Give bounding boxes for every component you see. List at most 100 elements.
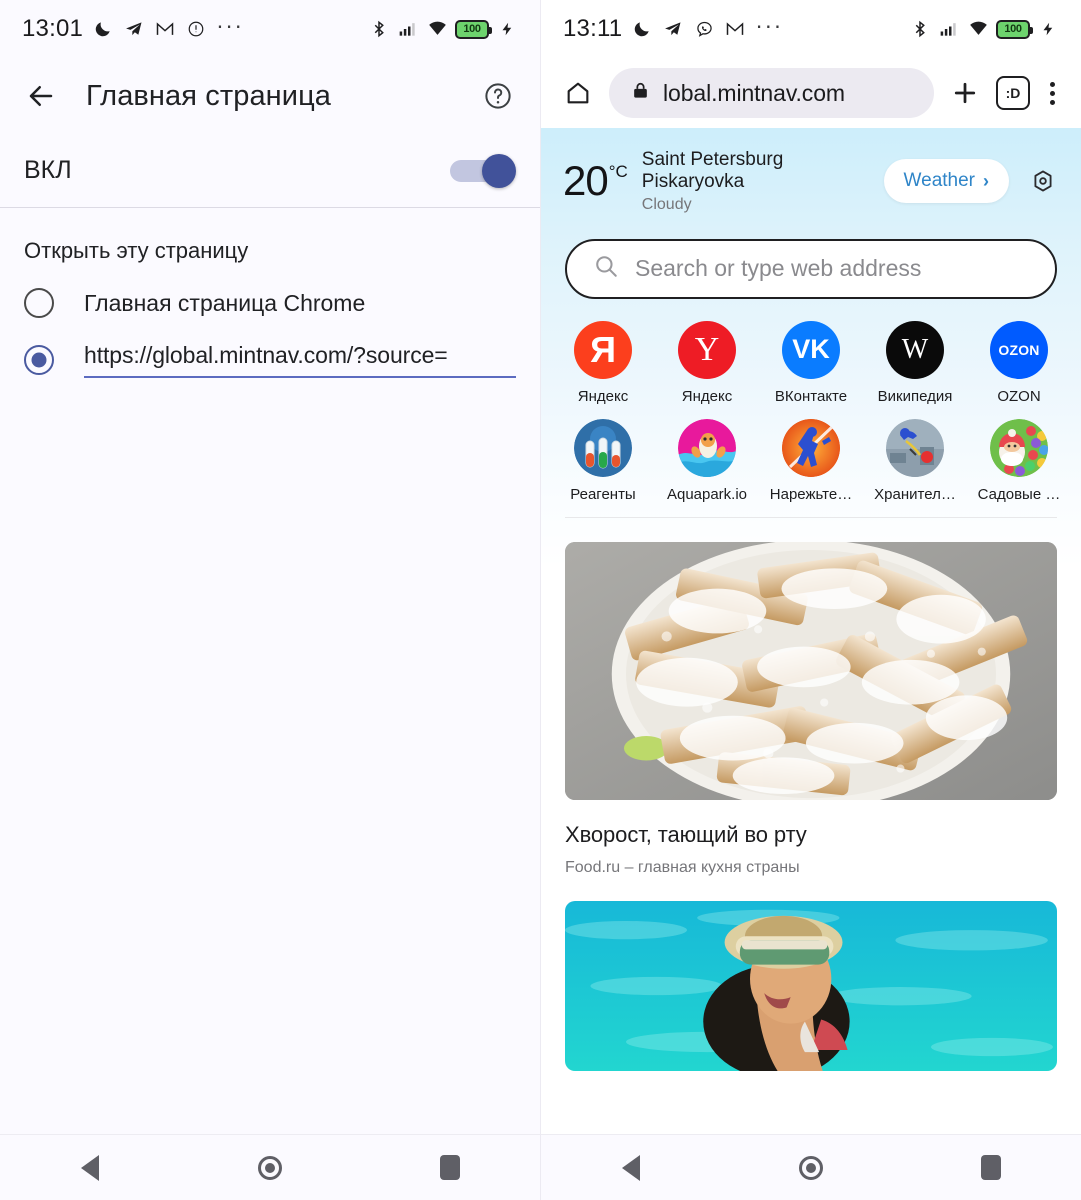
feed-card[interactable]	[565, 900, 1057, 1071]
article-title: Хворост, тающий во рту	[565, 821, 807, 847]
moon-icon	[92, 18, 114, 40]
plus-icon[interactable]	[944, 72, 986, 114]
charging-bolt-icon	[1037, 18, 1059, 40]
bluetooth-icon	[909, 18, 931, 40]
settings-gear-icon[interactable]	[1023, 161, 1063, 201]
shortcut-yandex-y[interactable]: Y Яндекс	[659, 320, 755, 405]
weather-district: Piskaryovka	[641, 171, 745, 193]
homepage-toggle-switch[interactable]	[450, 153, 516, 188]
back-arrow-icon[interactable]	[22, 77, 60, 115]
shortcut-guardian[interactable]: Хранител…	[867, 418, 963, 503]
battery-indicator: 100	[996, 19, 1033, 39]
battery-indicator: 100	[455, 19, 492, 39]
option-row-chrome-homepage[interactable]: Главная страница Chrome	[0, 264, 540, 320]
left-status-bar-right-group: 100	[368, 18, 518, 40]
wikipedia-icon: W	[886, 320, 944, 379]
shortcut-label: Садовые …	[977, 485, 1061, 503]
guardian-game-icon	[886, 418, 944, 477]
feed-card[interactable]: Хворост, тающий во рту Food.ru – главная…	[565, 541, 1057, 877]
article-feed: Хворост, тающий во рту Food.ru – главная…	[541, 518, 1081, 1071]
temperature-unit: °C	[608, 162, 628, 182]
telegram-icon	[123, 18, 145, 40]
right-panel-browser: 13:11 ··· 100 lobal.mintnav.com:D 20 °C…	[540, 0, 1081, 1200]
fried-pastry-photo	[565, 541, 1057, 800]
shortcut-label: Яндекс	[681, 387, 733, 405]
weather-button-label: Weather	[903, 170, 975, 192]
shortcut-wikipedia[interactable]: W Википедия	[867, 320, 963, 405]
custom-url-input[interactable]: https://global.mintnav.com/?source=	[84, 342, 516, 378]
status-time: 13:11	[563, 15, 623, 42]
shortcut-ozon[interactable]: OZON OZON	[971, 320, 1067, 405]
weather-city: Saint Petersburg	[641, 149, 784, 170]
reagents-game-icon	[574, 418, 632, 477]
help-circle-icon[interactable]	[478, 76, 518, 116]
woman-in-turquoise-sea-photo	[565, 900, 1057, 1071]
nav-home-button[interactable]	[235, 1143, 305, 1193]
recents-square-icon	[440, 1155, 460, 1180]
address-bar[interactable]: lobal.mintnav.com	[609, 68, 934, 118]
radio-custom-url[interactable]	[24, 345, 54, 375]
right-status-bar-left-group: 13:11 ···	[563, 14, 909, 43]
bluetooth-icon	[368, 18, 390, 40]
radio-chrome-homepage[interactable]	[24, 288, 54, 318]
back-triangle-icon	[622, 1154, 640, 1181]
shortcut-reagents[interactable]: Реагенты	[555, 418, 651, 503]
browser-toolbar: lobal.mintnav.com :D	[541, 58, 1081, 128]
wifi-icon	[426, 18, 448, 40]
viber-icon	[693, 18, 715, 40]
tab-counter-button[interactable]: :D	[996, 76, 1030, 110]
chevron-right-icon: ›	[983, 170, 989, 191]
slice-game-icon	[782, 418, 840, 477]
shortcut-slice[interactable]: Нарежьте…	[763, 418, 859, 503]
ozon-icon: OZON	[990, 320, 1048, 379]
shortcut-label: Aquapark.io	[666, 485, 748, 503]
shortcut-label: ВКонтакте	[774, 387, 848, 405]
gmail-icon	[724, 18, 746, 40]
search-placeholder: Search or type web address	[635, 255, 922, 282]
battery-level: 100	[1004, 23, 1022, 35]
aquapark-game-icon	[678, 418, 736, 477]
shortcut-vkontakte[interactable]: VK ВКонтакте	[763, 320, 859, 405]
weather-link-button[interactable]: Weather ›	[883, 159, 1009, 204]
status-time: 13:01	[22, 15, 84, 42]
wifi-icon	[967, 18, 989, 40]
battery-level: 100	[463, 23, 481, 35]
shortcut-garden[interactable]: Садовые …	[971, 418, 1067, 503]
recents-square-icon	[981, 1155, 1001, 1180]
homepage-enable-row[interactable]: ВКЛ	[0, 134, 540, 208]
weather-location: Saint Petersburg Piskaryovka Cloudy	[642, 148, 870, 215]
shortcut-row-2: Реагенты Aquapark.io Нарежьте… Хранител……	[555, 418, 1067, 503]
nav-recents-button[interactable]	[956, 1143, 1026, 1193]
yandex-y-icon: Y	[678, 320, 736, 379]
shortcut-label: Реагенты	[570, 485, 636, 503]
more-dots-icon: ···	[216, 12, 244, 38]
moon-icon	[631, 18, 653, 40]
home-icon[interactable]	[557, 72, 599, 114]
address-bar-url: lobal.mintnav.com	[663, 79, 845, 106]
vkontakte-icon: VK	[782, 320, 840, 379]
home-circle-icon	[258, 1155, 282, 1180]
dual-screenshot-canvas: 13:01 ··· 100 Главная страница ВКЛ Откры…	[0, 0, 1081, 1200]
right-status-bar-right-group: 100	[909, 18, 1059, 40]
yandex-ru-icon: Я	[574, 320, 632, 379]
page-search-box[interactable]: Search or type web address	[565, 238, 1057, 299]
temperature-value: 20	[563, 157, 609, 205]
option-row-custom-url[interactable]: https://global.mintnav.com/?source=	[0, 320, 540, 378]
shortcut-label: Википедия	[877, 387, 953, 405]
left-panel-chrome-settings: 13:01 ··· 100 Главная страница ВКЛ Откры…	[0, 0, 540, 1200]
shortcut-yandex-ru[interactable]: Я Яндекс	[555, 320, 651, 405]
signal-icon	[938, 18, 960, 40]
nav-back-button[interactable]	[596, 1143, 666, 1193]
nav-back-button[interactable]	[55, 1143, 125, 1193]
page-title: Главная страница	[86, 79, 332, 112]
nav-recents-button[interactable]	[415, 1143, 485, 1193]
shortcut-row-1: Я Яндекс Y Яндекс VK ВКонтакте W Википед…	[555, 320, 1067, 405]
home-circle-icon	[799, 1155, 823, 1180]
right-status-bar: 13:11 ··· 100	[541, 0, 1081, 58]
shortcut-aquapark[interactable]: Aquapark.io	[659, 418, 755, 503]
article-source: Food.ru – главная кухня страны	[565, 858, 800, 876]
page-content: 20 °C Saint Petersburg Piskaryovka Cloud…	[541, 128, 1081, 1071]
kebab-menu-icon[interactable]	[1040, 78, 1065, 109]
signal-icon	[397, 18, 419, 40]
nav-home-button[interactable]	[776, 1143, 846, 1193]
